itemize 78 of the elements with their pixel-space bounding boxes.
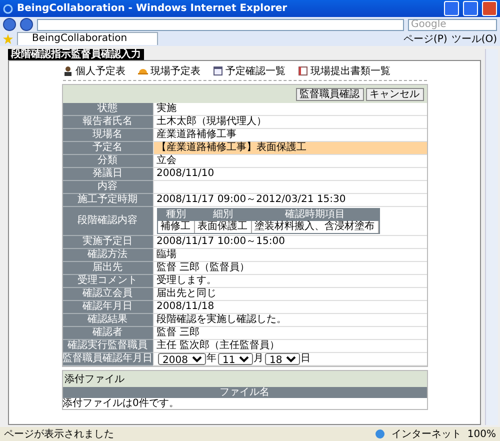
- nav-link[interactable]: 予定確認一覧: [212, 64, 286, 78]
- field-label: 確認者: [62, 327, 152, 340]
- field-label: 予定名: [62, 142, 152, 155]
- maximize-button[interactable]: [463, 1, 478, 16]
- field-value: 届出先と同じ: [152, 288, 426, 301]
- field-label: 届出先: [62, 262, 152, 275]
- column-header: 確認時期項目: [252, 209, 378, 221]
- date-select[interactable]: 18: [264, 353, 300, 365]
- field-value: 2008/11/17 09:00～2012/03/21 15:30: [152, 194, 426, 207]
- date-unit: 日: [300, 353, 310, 365]
- list-icon: [212, 66, 222, 76]
- field-value: 監督 三郎（監督員）: [152, 262, 426, 275]
- minimize-button[interactable]: [444, 1, 459, 16]
- address-field[interactable]: [37, 18, 404, 30]
- field-label: 施工予定時期: [62, 194, 152, 207]
- field-value: 段階確認を実施し確認した。: [152, 314, 426, 327]
- field-value: 2008/11/18: [152, 301, 426, 314]
- field-label: 分類: [62, 155, 152, 168]
- field-label: 発議日: [62, 168, 152, 181]
- star-icon: [3, 34, 13, 44]
- status-message: ページが表示されました: [4, 428, 115, 441]
- field-value: 2008/11/17 10:00～15:00: [152, 236, 426, 249]
- close-button[interactable]: [482, 1, 497, 16]
- globe-icon: [375, 429, 386, 439]
- field-value: 【産業道路補修工事】表面保護工: [152, 142, 426, 155]
- column-header: 細別: [194, 209, 252, 221]
- form-button[interactable]: 監督職員確認: [296, 88, 364, 100]
- field-value: 土木太郎（現場代理人）: [152, 116, 426, 129]
- nav-link[interactable]: 現場提出書類一覧: [298, 64, 390, 78]
- field-label: 確認年月日: [62, 301, 152, 314]
- page-tab[interactable]: 段階確認指示監督員確認入力: [8, 49, 144, 60]
- attachment-header: 添付ファイル: [62, 371, 426, 387]
- field-value: 立会: [152, 155, 426, 168]
- field-value: 2008/11/10: [152, 168, 426, 181]
- field-label: 状態: [62, 103, 152, 116]
- helmet-icon: [138, 66, 148, 76]
- nav-link[interactable]: 現場予定表: [138, 64, 200, 78]
- person-icon: [62, 66, 72, 76]
- back-button[interactable]: [3, 18, 16, 31]
- date-unit: 月: [254, 353, 264, 365]
- zoom-level[interactable]: 100%: [467, 428, 496, 440]
- table-cell: 表面保護工: [194, 221, 252, 233]
- nav-link[interactable]: 個人予定表: [62, 64, 126, 78]
- page-menu[interactable]: ページ(P): [403, 32, 448, 46]
- field-label: 監督職員確認年月日: [62, 353, 152, 366]
- field-value: 臨場: [152, 249, 426, 262]
- field-value: 産業道路補修工事: [152, 129, 426, 142]
- empty-message: 添付ファイルは0件です。: [62, 398, 180, 409]
- forward-button[interactable]: [20, 18, 33, 31]
- field-value: 主任 監次郎（主任監督員）: [152, 340, 426, 353]
- date-select[interactable]: 2008: [158, 353, 206, 365]
- table-cell: 補修工: [158, 221, 194, 233]
- field-label: 確認方法: [62, 249, 152, 262]
- field-label: 確認実行監督職員: [62, 340, 152, 353]
- field-label: 現場名: [62, 129, 152, 142]
- document-icon: [298, 66, 308, 76]
- field-label: 確認立会員: [62, 288, 152, 301]
- browser-logo-icon: [3, 4, 13, 14]
- field-value: 実施: [152, 103, 426, 116]
- field-label: 内容: [62, 181, 152, 194]
- zone-label: インターネット: [391, 428, 462, 441]
- window-title: BeingCollaboration - Windows Internet Explorer: [17, 3, 288, 14]
- field-value: 監督 三郎: [152, 327, 426, 340]
- field-label: 確認結果: [62, 314, 152, 327]
- tools-menu[interactable]: ツール(O): [451, 32, 497, 46]
- scrollbar[interactable]: [485, 49, 498, 425]
- field-label: 報告者氏名: [62, 116, 152, 129]
- column-header: ファイル名: [62, 387, 426, 398]
- table-cell: 塗装材料搬入、含浸材塗布: [252, 221, 378, 233]
- date-select[interactable]: 11: [218, 353, 252, 365]
- field-label: 実施予定日: [62, 236, 152, 249]
- field-value: 受理します。: [152, 275, 426, 288]
- column-header: 種別: [158, 209, 194, 221]
- field-label: 段階確認内容: [62, 207, 152, 236]
- field-label: 受理コメント: [62, 275, 152, 288]
- form-button[interactable]: キャンセル: [366, 88, 424, 100]
- date-unit: 年: [206, 353, 216, 365]
- browser-tab[interactable]: BeingCollaboration: [17, 32, 158, 45]
